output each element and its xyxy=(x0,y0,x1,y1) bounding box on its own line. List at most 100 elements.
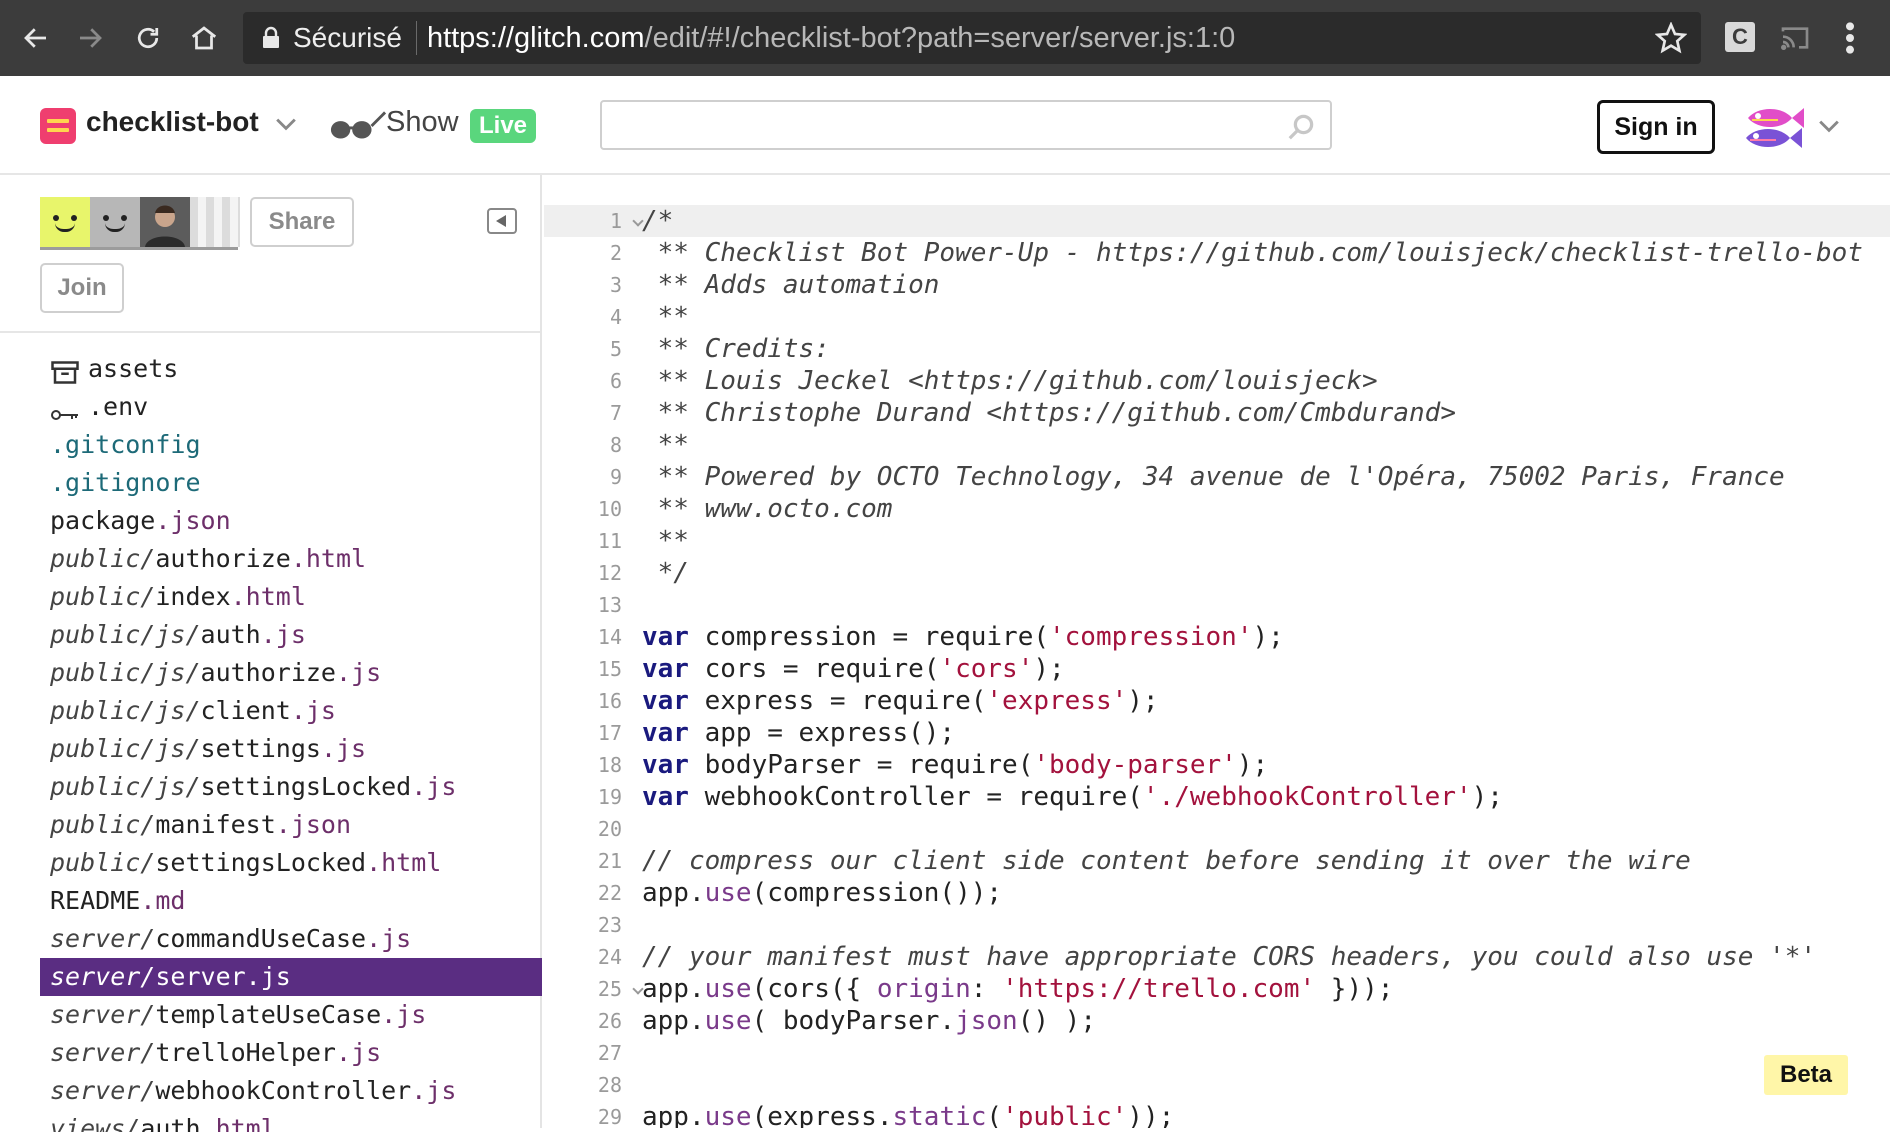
collapse-sidebar-icon[interactable] xyxy=(487,208,517,234)
code-line[interactable]: ** www.octo.com xyxy=(642,493,1882,525)
reload-icon[interactable] xyxy=(124,14,172,62)
file-item[interactable]: public/js/authorize.js xyxy=(40,654,542,692)
file-item[interactable]: public/js/settings.js xyxy=(40,730,542,768)
code-line[interactable]: ** Checklist Bot Power-Up - https://gith… xyxy=(642,237,1882,269)
code-line[interactable]: ** xyxy=(642,525,1882,557)
code-line[interactable]: ** Adds automation xyxy=(642,269,1882,301)
code-line[interactable] xyxy=(642,589,1882,621)
sidebar-divider xyxy=(0,331,540,333)
code-line[interactable]: // compress our client side content befo… xyxy=(642,845,1882,877)
file-extension: .json xyxy=(155,506,231,535)
file-item[interactable]: public/js/client.js xyxy=(40,692,542,730)
team-avatars[interactable] xyxy=(40,197,240,247)
file-basename: index xyxy=(155,582,231,611)
avatar[interactable] xyxy=(190,197,240,247)
code-line[interactable]: ** Powered by OCTO Technology, 34 avenue… xyxy=(642,461,1882,493)
file-item[interactable]: server/trelloHelper.js xyxy=(40,1034,542,1072)
code-line[interactable]: app.use( bodyParser.json() ); xyxy=(642,1005,1882,1037)
file-basename: .gitconfig xyxy=(50,430,201,459)
file-item-selected[interactable]: server/server.js xyxy=(40,958,542,996)
file-item[interactable]: server/templateUseCase.js xyxy=(40,996,542,1034)
line-number[interactable]: 25 xyxy=(544,973,628,1005)
code-line[interactable]: app.use(cors({ origin: 'https://trello.c… xyxy=(642,973,1882,1005)
line-number[interactable]: 1 xyxy=(544,205,628,237)
share-button[interactable]: Share xyxy=(250,197,354,247)
code-line[interactable]: ** Christophe Durand <https://github.com… xyxy=(642,397,1882,429)
code-line[interactable]: ** xyxy=(642,301,1882,333)
code-line[interactable]: var express = require('express'); xyxy=(642,685,1882,717)
address-bar[interactable]: Sécurisé https://glitch.com/edit/#!/chec… xyxy=(243,12,1701,64)
code-line[interactable]: */ xyxy=(642,557,1882,589)
project-logo-icon[interactable] xyxy=(40,108,76,144)
forward-icon[interactable] xyxy=(66,14,114,62)
join-button[interactable]: Join xyxy=(40,263,124,313)
code-line[interactable]: var app = express(); xyxy=(642,717,1882,749)
sunglasses-icon[interactable] xyxy=(329,106,387,144)
code-token: */ xyxy=(642,558,689,588)
file-item[interactable]: server/webhookController.js xyxy=(40,1072,542,1110)
code-line[interactable]: var compression = require('compression')… xyxy=(642,621,1882,653)
browser-menu-icon[interactable] xyxy=(1836,18,1864,58)
file-item[interactable]: README.md xyxy=(40,882,542,920)
file-item[interactable]: .gitconfig xyxy=(40,426,542,464)
file-item[interactable]: .env xyxy=(40,388,542,426)
code-token: ** Credits: xyxy=(642,334,830,364)
avatar-chevron-down-icon[interactable] xyxy=(1818,118,1840,134)
line-number: 26 xyxy=(597,1009,622,1033)
code-content[interactable]: /* ** Checklist Bot Power-Up - https://g… xyxy=(642,205,1882,1128)
live-badge[interactable]: Live xyxy=(470,109,536,143)
code-line[interactable]: /* xyxy=(642,205,1882,237)
code-line[interactable]: // your manifest must have appropriate C… xyxy=(642,941,1882,973)
sign-in-button[interactable]: Sign in xyxy=(1597,100,1715,154)
code-line[interactable] xyxy=(642,1069,1882,1101)
file-item[interactable]: assets xyxy=(40,350,542,388)
code-editor[interactable]: 1 2 3 4 5 6 7 8 9 10 11 12 13 14 15 16 17 18 19 20 21 22 23 24 2… xyxy=(544,175,1890,1128)
code-line[interactable]: var cors = require('cors'); xyxy=(642,653,1882,685)
code-line[interactable]: app.use(compression()); xyxy=(642,877,1882,909)
file-item[interactable]: .gitignore xyxy=(40,464,542,502)
avatar[interactable] xyxy=(90,197,140,247)
line-number: 21 xyxy=(597,849,622,873)
avatar[interactable] xyxy=(40,197,90,247)
code-line[interactable] xyxy=(642,813,1882,845)
file-item[interactable]: public/authorize.html xyxy=(40,540,542,578)
search-box[interactable] xyxy=(600,100,1332,150)
code-line[interactable]: ** Credits: xyxy=(642,333,1882,365)
code-line[interactable]: ** Louis Jeckel <https://github.com/loui… xyxy=(642,365,1882,397)
code-token: var xyxy=(642,718,689,748)
file-extension: .md xyxy=(140,886,186,915)
file-item[interactable]: public/js/settingsLocked.js xyxy=(40,768,542,806)
bookmark-star-icon[interactable] xyxy=(1655,22,1687,54)
code-line[interactable]: app.use(express.static('public')); xyxy=(642,1101,1882,1128)
home-icon[interactable] xyxy=(180,14,228,62)
beta-badge[interactable]: Beta xyxy=(1764,1055,1848,1095)
file-item[interactable]: views/auth.html xyxy=(40,1110,542,1132)
code-token: (express. xyxy=(751,1102,893,1128)
show-label[interactable]: Show xyxy=(386,106,459,139)
url-host: https://glitch.com xyxy=(426,21,645,54)
search-icon xyxy=(1288,114,1314,140)
file-basename: manifest xyxy=(155,810,276,839)
code-line[interactable] xyxy=(642,909,1882,941)
file-item[interactable]: public/index.html xyxy=(40,578,542,616)
back-icon[interactable] xyxy=(12,14,60,62)
cast-icon[interactable] xyxy=(1778,22,1812,54)
chevron-down-icon[interactable] xyxy=(275,116,297,132)
code-token: 'express' xyxy=(986,686,1128,716)
extension-icon[interactable]: C xyxy=(1725,22,1755,52)
search-input[interactable] xyxy=(614,108,1254,142)
file-item[interactable]: public/settingsLocked.html xyxy=(40,844,542,882)
code-line[interactable] xyxy=(642,1037,1882,1069)
fish-avatar-icon[interactable] xyxy=(1742,98,1808,156)
file-item[interactable]: public/js/auth.js xyxy=(40,616,542,654)
file-extension: .js xyxy=(335,1038,382,1067)
code-line[interactable]: var webhookController = require('./webho… xyxy=(642,781,1882,813)
file-item[interactable]: server/commandUseCase.js xyxy=(40,920,542,958)
file-item[interactable]: public/manifest.json xyxy=(40,806,542,844)
project-name[interactable]: checklist-bot xyxy=(86,106,259,138)
code-line[interactable]: var bodyParser = require('body-parser'); xyxy=(642,749,1882,781)
avatar[interactable] xyxy=(140,197,190,247)
file-item[interactable]: package.json xyxy=(40,502,542,540)
code-line[interactable]: ** xyxy=(642,429,1882,461)
browser-toolbar: Sécurisé https://glitch.com/edit/#!/chec… xyxy=(0,0,1890,76)
